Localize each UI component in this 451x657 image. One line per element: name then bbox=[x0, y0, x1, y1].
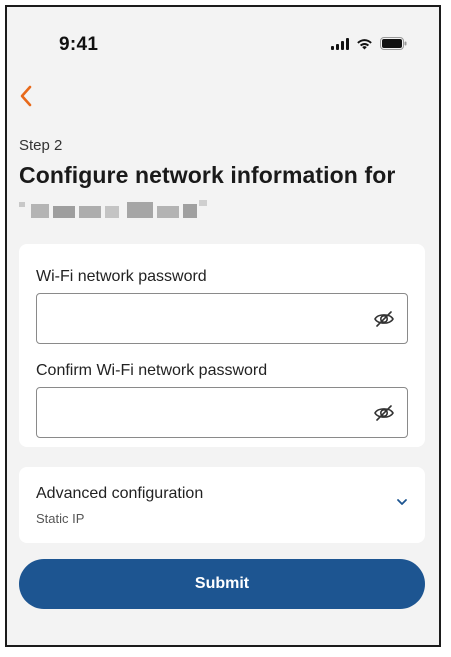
confirm-password-label: Confirm Wi-Fi network password bbox=[36, 362, 268, 379]
eye-slash-icon bbox=[374, 405, 394, 421]
page-title: Configure network information for bbox=[19, 162, 396, 188]
device-name-blurred bbox=[19, 198, 209, 222]
eye-slash-icon bbox=[374, 311, 394, 327]
step-indicator: Step 2 bbox=[19, 137, 63, 154]
password-label: Wi-Fi network password bbox=[36, 268, 207, 285]
password-card: Wi-Fi network password Confirm Wi-Fi net… bbox=[19, 244, 425, 447]
password-field[interactable] bbox=[36, 293, 408, 345]
status-bar: 9:41 bbox=[7, 7, 439, 77]
status-icons bbox=[331, 37, 407, 50]
battery-icon bbox=[380, 37, 407, 50]
wifi-icon bbox=[356, 37, 373, 50]
show-password-toggle[interactable] bbox=[373, 308, 395, 330]
advanced-configuration-title: Advanced configuration bbox=[36, 485, 204, 502]
password-input[interactable] bbox=[47, 294, 371, 345]
show-confirm-password-toggle[interactable] bbox=[373, 402, 395, 424]
advanced-configuration-row[interactable]: Advanced configuration Static IP bbox=[19, 467, 425, 543]
back-button[interactable] bbox=[17, 83, 41, 111]
status-time: 9:41 bbox=[59, 34, 99, 55]
phone-screen: 9:41 Step 2 Configure network informatio… bbox=[5, 5, 441, 647]
advanced-configuration-value: Static IP bbox=[36, 511, 85, 526]
confirm-password-input[interactable] bbox=[47, 388, 371, 439]
cellular-signal-icon bbox=[331, 37, 349, 50]
submit-button[interactable]: Submit bbox=[19, 559, 425, 609]
confirm-password-field[interactable] bbox=[36, 387, 408, 439]
chevron-down-icon bbox=[397, 499, 407, 505]
chevron-left-icon bbox=[20, 85, 32, 107]
